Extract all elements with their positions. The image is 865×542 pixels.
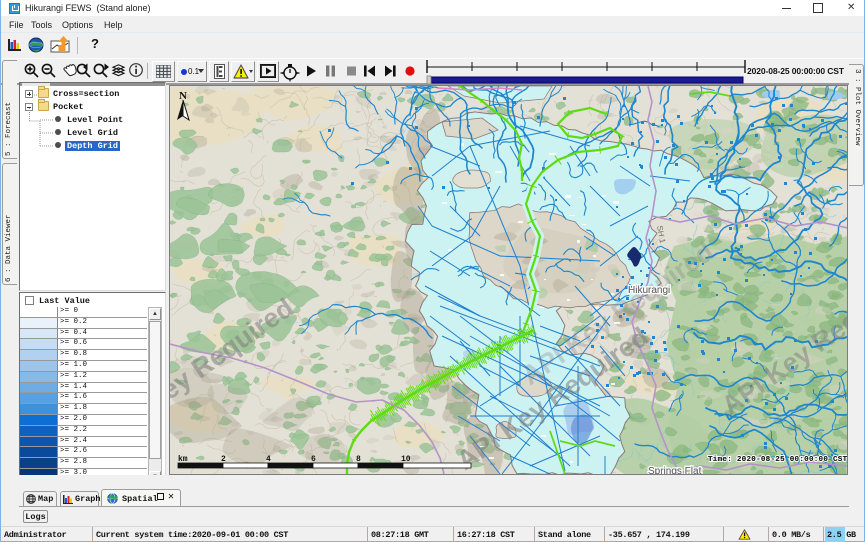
svg-text:2: 2 <box>221 455 226 464</box>
svg-text:4: 4 <box>266 455 271 464</box>
svg-text:Hikurangi: Hikurangi <box>628 285 670 296</box>
svg-text:6: 6 <box>311 455 316 464</box>
svg-text:Time: 2020-08-25 00:00:00 CST: Time: 2020-08-25 00:00:00 CST <box>708 456 848 464</box>
svg-text:Springs Flat: Springs Flat <box>648 466 702 474</box>
svg-text:10: 10 <box>401 455 411 464</box>
svg-text:km: km <box>178 455 188 464</box>
svg-text:8: 8 <box>356 455 361 464</box>
